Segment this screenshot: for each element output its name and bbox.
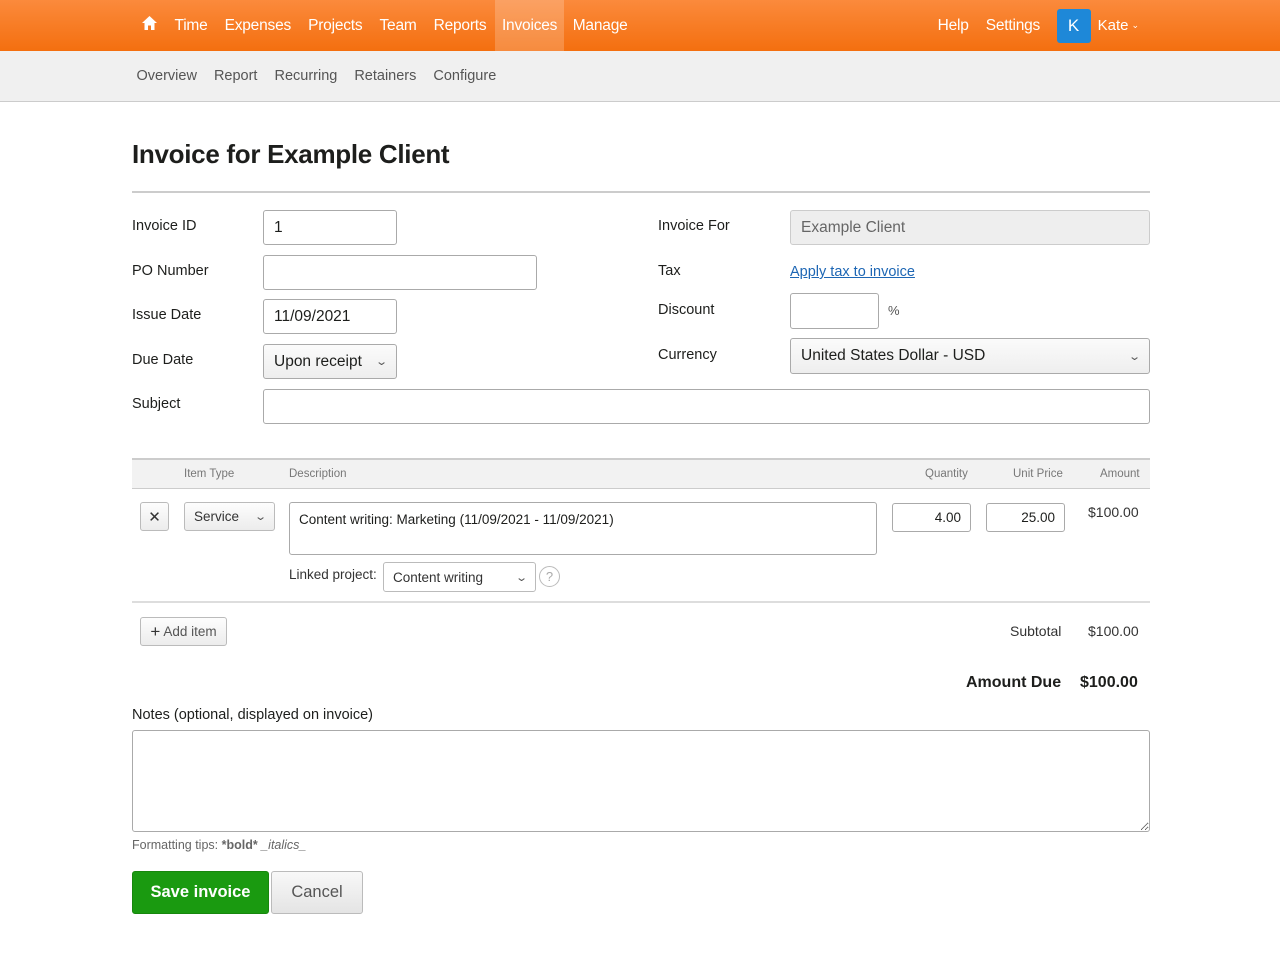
cancel-button[interactable]: Cancel bbox=[271, 871, 363, 914]
nav-reports[interactable]: Reports bbox=[425, 0, 495, 51]
user-name: Kate bbox=[1097, 17, 1129, 34]
currency-label: Currency bbox=[658, 347, 717, 363]
invoice-id-label: Invoice ID bbox=[132, 218, 197, 234]
nav-invoices[interactable]: Invoices bbox=[494, 0, 565, 51]
subject-label: Subject bbox=[132, 396, 181, 412]
quantity-input[interactable]: 4.00 bbox=[892, 503, 971, 532]
chevron-down-icon: ⌄ bbox=[1127, 350, 1141, 363]
currency-value: United States Dollar - USD bbox=[801, 347, 986, 364]
nav-projects[interactable]: Projects bbox=[300, 0, 371, 51]
avatar[interactable]: K bbox=[1056, 8, 1091, 43]
subnav-overview[interactable]: Overview bbox=[137, 68, 197, 84]
invoice-id-input[interactable]: 1 bbox=[263, 210, 397, 245]
remove-item-button[interactable]: ✕ bbox=[140, 502, 169, 531]
home-icon bbox=[141, 15, 158, 36]
header-unit-price: Unit Price bbox=[1013, 468, 1063, 480]
home-link[interactable] bbox=[132, 0, 166, 51]
subtotal-value: $100.00 bbox=[1088, 623, 1139, 639]
user-menu[interactable]: Kate ⌄ bbox=[1094, 17, 1143, 34]
percent-sign: % bbox=[888, 303, 900, 318]
add-item-button[interactable]: + Add item bbox=[140, 617, 227, 646]
amount-due-label: Amount Due bbox=[966, 674, 1062, 691]
amount-due-value: $100.00 bbox=[1080, 674, 1138, 691]
header-amount: Amount bbox=[1100, 468, 1140, 480]
invoice-for-label: Invoice For bbox=[658, 218, 730, 234]
save-invoice-button[interactable]: Save invoice bbox=[132, 871, 269, 914]
description-textarea[interactable]: Content writing: Marketing (11/09/2021 -… bbox=[289, 502, 877, 555]
subtotal-label: Subtotal bbox=[1010, 623, 1062, 639]
header-item-type: Item Type bbox=[184, 468, 235, 480]
linked-project-label: Linked project: bbox=[289, 567, 377, 582]
due-date-value: Upon receipt bbox=[274, 352, 362, 370]
nav-manage[interactable]: Manage bbox=[564, 0, 636, 51]
linked-project-select[interactable]: Content writing ⌄ bbox=[383, 562, 536, 592]
line-items-table: Item Type Description Quantity Unit Pric… bbox=[132, 458, 1150, 603]
item-type-select[interactable]: Service ⌄ bbox=[184, 502, 275, 531]
chevron-down-icon: ⌄ bbox=[1131, 20, 1139, 30]
apply-tax-link[interactable]: Apply tax to invoice bbox=[790, 264, 915, 280]
subnav-configure[interactable]: Configure bbox=[433, 68, 496, 84]
notes-section: Formatting tips: *bold* _italics_ Save i… bbox=[132, 708, 1150, 914]
invoice-details-form: Invoice ID 1 PO Number Issue Date 11/09/… bbox=[132, 193, 1150, 458]
header-description: Description bbox=[289, 468, 347, 480]
invoice-for-input: Example Client bbox=[790, 210, 1150, 245]
po-number-input[interactable] bbox=[263, 255, 537, 290]
due-date-label: Due Date bbox=[132, 352, 194, 368]
subnav-retainers[interactable]: Retainers bbox=[354, 68, 416, 84]
formatting-tips: Formatting tips: *bold* _italics_ bbox=[132, 838, 306, 852]
line-item-row: ✕ Service ⌄ Content writing: Marketing (… bbox=[132, 489, 1150, 603]
currency-select[interactable]: United States Dollar - USD ⌄ bbox=[790, 338, 1150, 374]
subnav-report[interactable]: Report bbox=[214, 68, 258, 84]
issue-date-label: Issue Date bbox=[132, 307, 202, 323]
po-number-label: PO Number bbox=[132, 263, 209, 279]
top-navigation-bar: Time Expenses Projects Team Reports Invo… bbox=[0, 0, 1280, 51]
chevron-down-icon: ⌄ bbox=[514, 571, 528, 584]
unit-price-input[interactable]: 25.00 bbox=[986, 503, 1065, 532]
nav-team[interactable]: Team bbox=[371, 0, 425, 51]
issue-date-input[interactable]: 11/09/2021 bbox=[263, 299, 397, 334]
notes-textarea[interactable] bbox=[132, 730, 1150, 832]
header-quantity: Quantity bbox=[925, 468, 968, 480]
nav-time[interactable]: Time bbox=[166, 0, 216, 51]
subject-input[interactable] bbox=[263, 389, 1150, 424]
discount-input[interactable] bbox=[790, 293, 879, 329]
line-items-header: Item Type Description Quantity Unit Pric… bbox=[132, 458, 1150, 489]
linked-project-value: Content writing bbox=[393, 569, 484, 585]
subnav-recurring[interactable]: Recurring bbox=[274, 68, 337, 84]
tips-prefix: Formatting tips: bbox=[132, 838, 222, 852]
add-item-label: Add item bbox=[163, 624, 217, 639]
nav-settings[interactable]: Settings bbox=[977, 0, 1048, 51]
page-title: Invoice for Example Client bbox=[132, 139, 450, 169]
plus-icon: + bbox=[150, 621, 161, 641]
due-date-select[interactable]: Upon receipt ⌄ bbox=[263, 344, 397, 379]
item-type-value: Service bbox=[194, 509, 240, 524]
help-icon[interactable]: ? bbox=[539, 566, 560, 587]
invoice-form-container: Invoice for Example Client Invoice ID 1 … bbox=[132, 102, 1150, 914]
chevron-down-icon: ⌄ bbox=[253, 511, 267, 523]
tips-bold: *bold* bbox=[221, 838, 258, 852]
chevron-down-icon: ⌄ bbox=[374, 356, 388, 368]
tax-label: Tax bbox=[658, 263, 681, 279]
discount-label: Discount bbox=[658, 302, 715, 318]
nav-help[interactable]: Help bbox=[929, 0, 977, 51]
sub-navigation-bar: Overview Report Recurring Retainers Conf… bbox=[0, 51, 1280, 102]
tips-italic: _italics_ bbox=[261, 838, 307, 852]
line-amount: $100.00 bbox=[1088, 504, 1139, 520]
close-icon: ✕ bbox=[148, 508, 161, 526]
totals-section: + Add item Subtotal $100.00 Amount Due $… bbox=[132, 603, 1150, 723]
nav-expenses[interactable]: Expenses bbox=[216, 0, 299, 51]
